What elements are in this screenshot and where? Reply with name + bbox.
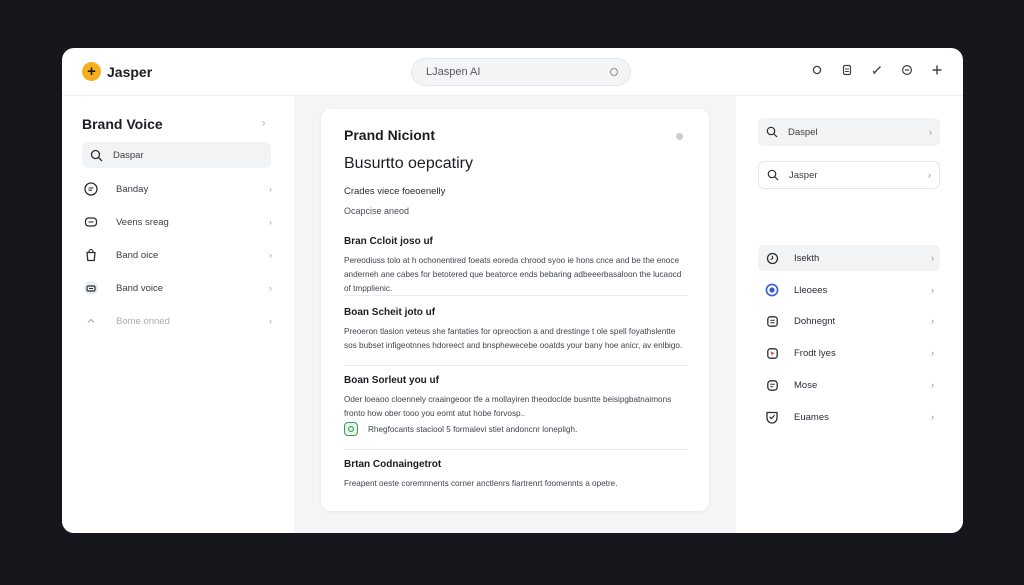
sidebar-item[interactable]: Band oice › bbox=[82, 244, 272, 266]
sidebar-search[interactable] bbox=[82, 142, 271, 168]
sidebar-item[interactable]: Veens sreag › bbox=[82, 211, 272, 233]
chat-bubble-icon bbox=[82, 180, 100, 198]
chevron-right-icon: › bbox=[929, 127, 932, 137]
chevron-right-icon: › bbox=[931, 412, 934, 422]
card-subtitle: Busurtto oepcatiry bbox=[344, 155, 473, 172]
voice-selector-label: Daspel bbox=[788, 126, 818, 138]
sidebar-item-label: Bome onned bbox=[116, 315, 170, 327]
section-body: Freapent oeste coremnnents corner anctle… bbox=[344, 479, 618, 488]
target-icon bbox=[764, 282, 780, 298]
document-icon bbox=[764, 313, 780, 329]
jasper-logo-icon: + bbox=[82, 62, 101, 81]
divider bbox=[344, 365, 688, 366]
note-icon bbox=[764, 377, 780, 393]
right-item[interactable]: Isekth › bbox=[758, 245, 940, 271]
search-icon bbox=[90, 149, 103, 161]
right-item[interactable]: Frodt lyes › bbox=[758, 340, 940, 366]
section-title: Bran Ccloit joso uf bbox=[344, 236, 433, 247]
chevron-right-icon[interactable]: › bbox=[262, 118, 265, 129]
section-title: Boan Sorleut you uf bbox=[344, 375, 439, 386]
section-body: Pereodiuss tolo at h ochonentired foeats… bbox=[344, 256, 682, 293]
plus-icon[interactable] bbox=[929, 62, 945, 78]
chevron-right-icon: › bbox=[269, 184, 272, 194]
search-icon bbox=[766, 126, 778, 138]
sidebar-item-label: Banday bbox=[116, 183, 149, 195]
divider bbox=[344, 449, 688, 450]
sidebar-search-input[interactable] bbox=[113, 149, 253, 161]
chevron-right-icon: › bbox=[269, 283, 272, 293]
note-row: Rhegfocants staciool 5 formalevi stiet a… bbox=[344, 422, 577, 436]
top-bar: + Jasper bbox=[62, 48, 963, 96]
bag-icon bbox=[82, 246, 100, 264]
cursor-icon bbox=[764, 345, 780, 361]
right-item-label: Frodt lyes bbox=[794, 347, 836, 359]
clock-icon bbox=[764, 250, 780, 266]
left-sidebar: Brand Voice › Banday › Veens sreag › Ban… bbox=[62, 96, 294, 533]
chevron-right-icon: › bbox=[269, 316, 272, 326]
message-icon bbox=[82, 213, 100, 231]
sidebar-title: Brand Voice bbox=[82, 116, 163, 132]
card-title: Prand Niciont bbox=[344, 127, 436, 143]
right-item-label: Dohnegnt bbox=[794, 315, 836, 327]
voice-section: Boan Scheit joto uf Preoeron tlasion vet… bbox=[344, 307, 688, 353]
voice-section: Boan Sorleut you uf Oder loeaoo cloennel… bbox=[344, 375, 688, 421]
right-search-input[interactable] bbox=[789, 169, 928, 181]
sidebar-item-label: Band voice bbox=[116, 282, 164, 294]
minus-circle-icon[interactable] bbox=[899, 62, 915, 78]
chevron-right-icon: › bbox=[931, 285, 934, 295]
circle-icon[interactable] bbox=[809, 62, 825, 78]
sidebar-item-label: Band oice bbox=[116, 249, 159, 261]
chevron-right-icon: › bbox=[931, 380, 934, 390]
right-item-label: Isekth bbox=[794, 252, 820, 264]
voice-section: Bran Ccloit joso uf Pereodiuss tolo at h… bbox=[344, 236, 688, 296]
check-badge-icon bbox=[344, 422, 358, 436]
status-dot-icon bbox=[676, 133, 683, 140]
right-item-label: Mose bbox=[794, 379, 818, 391]
chevron-right-icon: › bbox=[928, 170, 931, 180]
main-content: Prand Niciont Busurtto oepcatiry Crades … bbox=[294, 96, 736, 533]
right-item[interactable]: Mose › bbox=[758, 372, 940, 398]
voice-selector[interactable]: Daspel › bbox=[758, 118, 940, 146]
chevron-right-icon: › bbox=[931, 253, 934, 263]
right-item-label: Euames bbox=[794, 411, 829, 423]
logo-text: Jasper bbox=[107, 63, 153, 80]
shield-check-icon bbox=[764, 409, 780, 425]
chevron-right-icon: › bbox=[269, 250, 272, 260]
card-meta-primary: Crades viece foeoenelly bbox=[344, 186, 446, 197]
chevron-right-icon: › bbox=[931, 348, 934, 358]
sidebar-item[interactable]: Banday › bbox=[82, 178, 272, 200]
search-icon bbox=[767, 169, 779, 181]
chevron-right-icon: › bbox=[269, 217, 272, 227]
right-item-label: Lleoees bbox=[794, 284, 828, 296]
sidebar-item[interactable]: Bome onned › bbox=[82, 310, 272, 332]
right-item[interactable]: Lleoees › bbox=[758, 277, 940, 303]
profile-card-icon bbox=[82, 279, 100, 297]
right-sidebar: Daspel › › Isekth › Lleoees › Dohn bbox=[736, 96, 963, 533]
card-meta-secondary: Ocapcise aneod bbox=[344, 206, 410, 216]
right-item[interactable]: Dohnegnt › bbox=[758, 308, 940, 334]
global-search[interactable] bbox=[411, 58, 631, 86]
sidebar-item[interactable]: Band voice › bbox=[82, 277, 272, 299]
sidebar-item-label: Veens sreag bbox=[116, 216, 169, 228]
logo[interactable]: + Jasper bbox=[82, 62, 152, 81]
section-body: Preoeron tlasion veteus she fantaties fo… bbox=[344, 327, 683, 350]
note-text: Rhegfocants staciool 5 formalevi stiet a… bbox=[368, 424, 578, 434]
chevron-up-icon bbox=[82, 312, 100, 330]
section-title: Brtan Codnaingetrot bbox=[344, 459, 442, 470]
app-window: + Jasper Brand Voice › bbox=[62, 48, 963, 533]
divider bbox=[344, 295, 688, 296]
edit-icon[interactable] bbox=[869, 62, 885, 78]
section-title: Boan Scheit joto uf bbox=[344, 307, 436, 318]
right-search[interactable]: › bbox=[758, 161, 940, 189]
document-icon[interactable] bbox=[839, 62, 855, 78]
right-item[interactable]: Euames › bbox=[758, 404, 940, 430]
search-status-icon bbox=[610, 68, 618, 76]
global-search-input[interactable] bbox=[426, 66, 610, 78]
brand-voice-card: Prand Niciont Busurtto oepcatiry Crades … bbox=[321, 109, 709, 511]
section-body: Oder loeaoo cloennely craaingeoor tfe a … bbox=[344, 395, 672, 418]
voice-section: Brtan Codnaingetrot Freapent oeste corem… bbox=[344, 459, 688, 491]
top-actions bbox=[809, 62, 945, 78]
chevron-right-icon: › bbox=[931, 316, 934, 326]
